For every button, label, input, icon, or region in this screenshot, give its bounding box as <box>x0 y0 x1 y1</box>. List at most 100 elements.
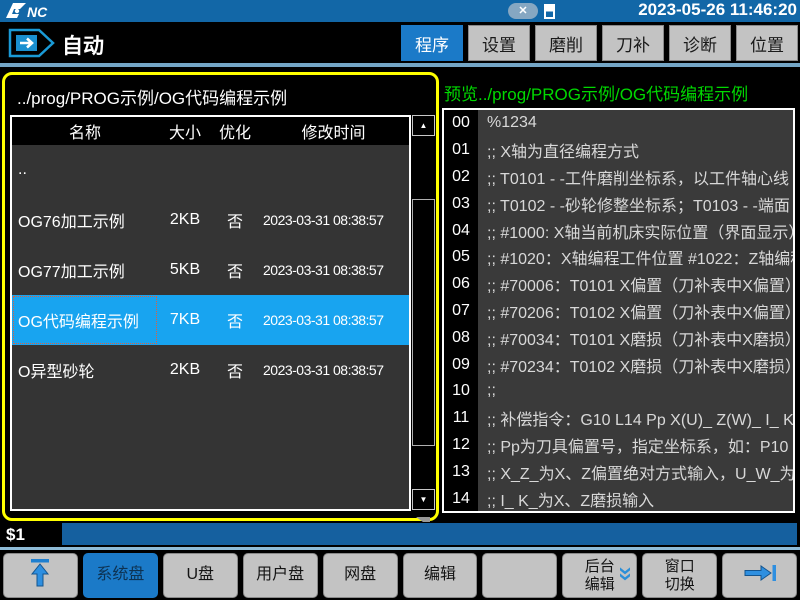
file-table: 名称 大小 优化 修改时间 ..OG76加工示例2KB否2023-03-31 0… <box>10 115 411 511</box>
softkey-next-menu[interactable] <box>722 553 797 598</box>
softkey-label-line: 窗口 <box>665 558 695 575</box>
softkey-label: 编辑 <box>424 566 456 584</box>
line-number: 07 <box>444 298 478 325</box>
code-line: 10;; <box>444 378 793 405</box>
channel-label: $1 <box>6 525 25 545</box>
file-mtime-cell: 2023-03-31 08:38:57 <box>258 362 409 378</box>
code-preview: 00%123401;; X轴为直径编程方式02;; T0101 - -工件磨削坐… <box>442 108 795 513</box>
softkey-label: 用户盘 <box>256 566 304 584</box>
line-number: 01 <box>444 137 478 164</box>
mode-arrow-icon <box>8 28 56 58</box>
file-name-cell: OG77加工示例 <box>12 245 158 295</box>
code-text: ;; 补偿指令：G10 L14 Pp X(U)_ Z(W)_ I_ K_ <box>478 406 793 430</box>
file-row[interactable]: O异型砂轮2KB否2023-03-31 08:38:57 <box>12 345 409 395</box>
softkey-user-disk[interactable]: 用户盘 <box>243 553 318 598</box>
file-list-scrollbar: ▲ ▼ <box>412 115 435 510</box>
code-line: 04;; #1000: X轴当前机床实际位置（界面显示） <box>444 217 793 244</box>
command-input[interactable] <box>62 523 797 545</box>
column-header-opt: 优化 <box>212 119 258 143</box>
code-line: 12;; Pp为刀具偏置号，指定坐标系，如：P10 <box>444 432 793 459</box>
code-line: 09;; #70234：T0102 X磨损（刀补表中X磨损） <box>444 351 793 378</box>
code-line: 08;; #70034：T0101 X磨损（刀补表中X磨损） <box>444 324 793 351</box>
file-table-header: 名称 大小 优化 修改时间 <box>12 117 409 145</box>
tab-grinding[interactable]: 磨削 <box>535 25 597 61</box>
tab-setup[interactable]: 设置 <box>468 25 530 61</box>
line-number: 11 <box>444 405 478 432</box>
file-size-cell: 7KB <box>158 311 212 329</box>
softkey-label: 系统盘 <box>96 566 144 584</box>
to-top-arrow-wrap <box>27 557 53 593</box>
preview-title: 预览../prog/PROG示例/OG代码编程示例 <box>444 80 798 105</box>
line-number: 06 <box>444 271 478 298</box>
softkey-bar: 系统盘U盘用户盘网盘编辑后台编辑窗口切换 <box>0 550 800 600</box>
file-row[interactable]: OG77加工示例5KB否2023-03-31 08:38:57 <box>12 245 409 295</box>
line-number: 10 <box>444 378 478 405</box>
softkey-label: 网盘 <box>344 566 376 584</box>
tab-diagnose[interactable]: 诊断 <box>669 25 731 61</box>
code-text: ;; #70206：T0102 X偏置（刀补表中X偏置） <box>478 299 793 323</box>
softkey-background-edit[interactable]: 后台编辑 <box>562 553 637 598</box>
file-mtime-cell: 2023-03-31 08:38:57 <box>258 312 409 328</box>
tab-program[interactable]: 程序 <box>401 25 463 61</box>
file-row[interactable]: .. <box>12 145 409 195</box>
softkey-usb-disk[interactable]: U盘 <box>163 553 238 598</box>
tab-tool-comp[interactable]: 刀补 <box>602 25 664 61</box>
file-name-cell: OG76加工示例 <box>12 195 158 245</box>
code-line: 06;; #70006：T0101 X偏置（刀补表中X偏置） <box>444 271 793 298</box>
code-line: 14;; I_ K_为X、Z磨损输入 <box>444 485 793 512</box>
code-line: 05;; #1020：X轴编程工件位置 #1022：Z轴编程 <box>444 244 793 271</box>
code-line: 07;; #70206：T0102 X偏置（刀补表中X偏置） <box>444 298 793 325</box>
file-optimized-cell: 否 <box>212 208 258 232</box>
close-icon[interactable]: ✕ <box>508 3 538 19</box>
chevrons-down-icon <box>618 566 632 581</box>
arrow-right-bar-wrap <box>742 562 778 588</box>
topbar-status-icons: ✕ <box>508 3 555 19</box>
file-name-cell: OG代码编程示例 <box>12 295 158 345</box>
to-top-arrow-icon <box>27 557 53 589</box>
softkey-blank[interactable] <box>482 553 557 598</box>
file-name-cell: O异型砂轮 <box>12 345 158 395</box>
line-number: 13 <box>444 458 478 485</box>
svg-text:NC: NC <box>27 4 48 20</box>
softkey-label-line: 切换 <box>665 576 695 593</box>
file-optimized-cell: 否 <box>212 308 258 332</box>
scrollbar-thumb[interactable] <box>412 199 435 446</box>
line-number: 14 <box>444 485 478 512</box>
column-header-mtime: 修改时间 <box>258 119 409 143</box>
scroll-down-button[interactable]: ▼ <box>412 489 435 510</box>
code-text: ;; Pp为刀具偏置号，指定坐标系，如：P10 <box>478 433 788 457</box>
file-browser-panel: ../prog/PROG示例/OG代码编程示例 名称 大小 优化 修改时间 ..… <box>2 72 439 521</box>
code-text: %1234 <box>478 114 537 132</box>
line-number: 05 <box>444 244 478 271</box>
line-number: 12 <box>444 432 478 459</box>
tab-bar: 程序设置磨削刀补诊断位置 <box>401 25 798 61</box>
status-bar: $1 <box>0 522 800 547</box>
brand-logo: NC <box>5 1 69 21</box>
main-area: ../prog/PROG示例/OG代码编程示例 名称 大小 优化 修改时间 ..… <box>0 67 800 522</box>
column-header-size: 大小 <box>158 119 212 143</box>
softkey-net-disk[interactable]: 网盘 <box>323 553 398 598</box>
line-number: 02 <box>444 164 478 191</box>
softkey-system-disk[interactable]: 系统盘 <box>83 553 158 598</box>
file-name-cell: .. <box>12 145 158 195</box>
file-row[interactable]: OG76加工示例2KB否2023-03-31 08:38:57 <box>12 195 409 245</box>
code-text: ;; #1000: X轴当前机床实际位置（界面显示） <box>478 219 793 243</box>
preview-panel: 预览../prog/PROG示例/OG代码编程示例 00%123401;; X轴… <box>442 67 798 522</box>
tab-position[interactable]: 位置 <box>736 25 798 61</box>
code-line: 00%1234 <box>444 110 793 137</box>
code-text: ;; X轴为直径编程方式 <box>478 138 639 162</box>
file-mtime-cell: 2023-03-31 08:38:57 <box>258 212 409 228</box>
line-number: 03 <box>444 190 478 217</box>
code-line: 01;; X轴为直径编程方式 <box>444 137 793 164</box>
scroll-up-button[interactable]: ▲ <box>412 115 435 136</box>
file-row[interactable]: OG代码编程示例7KB否2023-03-31 08:38:57 <box>12 295 409 345</box>
code-line: 13;; X_Z_为X、Z偏置绝对方式输入，U_W_为 <box>444 458 793 485</box>
code-text: ;; T0101 - -工件磨削坐标系，以工件轴心线 <box>478 165 789 189</box>
softkey-window-switch[interactable]: 窗口切换 <box>642 553 717 598</box>
file-mtime-cell: 2023-03-31 08:38:57 <box>258 262 409 278</box>
line-number: 00 <box>444 110 478 137</box>
file-size-cell: 5KB <box>158 261 212 279</box>
code-line: 03;; T0102 - -砂轮修整坐标系；T0103 - -端面 <box>444 190 793 217</box>
softkey-edit[interactable]: 编辑 <box>403 553 478 598</box>
softkey-to-top[interactable] <box>3 553 78 598</box>
